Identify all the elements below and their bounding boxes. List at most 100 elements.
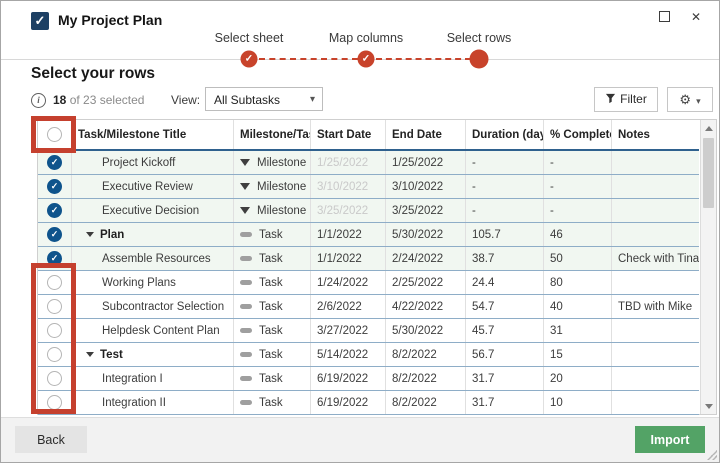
row-notes-cell [612,391,699,414]
row-title: Project Kickoff [102,156,176,169]
row-type-cell: Milestone [234,151,311,174]
row-checkbox[interactable]: ✓ [38,175,72,198]
checkbox-unchecked-icon [47,299,62,314]
task-bar-icon [240,256,252,261]
collapse-arrow-icon[interactable] [86,232,94,237]
table-row[interactable]: ✓ Plan Task 1/1/2022 5/30/2022 105.7 46 [38,223,699,247]
checkbox-checked-icon: ✓ [47,227,62,242]
row-checkbox[interactable]: ✓ [38,247,72,270]
row-duration-cell: 31.7 [466,391,544,414]
row-complete-cell: 46 [544,223,612,246]
settings-button[interactable]: ⚙ ▾ [667,87,713,112]
table-row[interactable]: Subcontractor Selection Task 2/6/2022 4/… [38,295,699,319]
scroll-up-button[interactable] [701,120,717,136]
back-button[interactable]: Back [15,426,87,453]
row-title-cell: Working Plans [72,271,234,294]
checkbox-unchecked-icon [47,275,62,290]
table-row[interactable]: Integration I Task 6/19/2022 8/2/2022 31… [38,367,699,391]
filter-button[interactable]: Filter [594,87,658,112]
row-notes-cell: Check with Tina [618,252,699,265]
row-duration-cell: 54.7 [466,295,544,318]
row-checkbox[interactable] [38,319,72,342]
col-header-duration[interactable]: Duration (days) [466,120,544,149]
close-button[interactable]: ✕ [683,6,709,28]
task-bar-icon [240,376,252,381]
table-row[interactable]: Working Plans Task 1/24/2022 2/25/2022 2… [38,271,699,295]
row-checkbox[interactable] [38,391,72,414]
window-title: My Project Plan [58,12,163,28]
row-title: Executive Decision [102,204,200,217]
col-header-title[interactable]: Task/Milestone Title [72,120,234,149]
table-row[interactable]: ✓ Executive Review Milestone 3/10/2022 3… [38,175,699,199]
table-row[interactable]: Integration II Task 6/19/2022 8/2/2022 3… [38,391,699,415]
row-complete-cell: 31 [544,319,612,342]
row-checkbox[interactable] [38,343,72,366]
chevron-down-icon: ▾ [696,96,701,106]
row-start-cell: 1/24/2022 [311,271,386,294]
row-checkbox[interactable] [38,367,72,390]
milestone-icon [240,183,250,190]
maximize-icon [658,11,670,23]
collapse-arrow-icon[interactable] [86,352,94,357]
selected-count: 18 [53,93,67,107]
table-row[interactable]: Helpdesk Content Plan Task 3/27/2022 5/3… [38,319,699,343]
row-title-cell: Executive Decision [72,199,234,222]
row-type-cell: Milestone [234,175,311,198]
col-header-complete[interactable]: % Complete [544,120,612,149]
row-title-cell: Executive Review [72,175,234,198]
row-notes-cell: TBD with Mike [618,300,693,313]
row-duration-cell: 45.7 [466,319,544,342]
table-header-row: Task/Milestone Title Milestone/Task Star… [38,120,699,151]
import-button[interactable]: Import [635,426,705,453]
col-header-type[interactable]: Milestone/Task [234,120,311,149]
checkbox-checked-icon: ✓ [47,155,62,170]
stepper-dashed-connector [259,58,358,60]
table-row[interactable]: ✓ Project Kickoff Milestone 1/25/2022 1/… [38,151,699,175]
row-end-cell: 8/2/2022 [386,343,466,366]
task-bar-icon [240,328,252,333]
checkbox-unchecked-icon [47,371,62,386]
row-notes-cell [612,271,699,294]
milestone-icon [240,207,250,214]
milestone-icon [240,159,250,166]
row-duration-cell: - [466,175,544,198]
col-header-end[interactable]: End Date [386,120,466,149]
row-title: Executive Review [102,180,193,193]
view-dropdown[interactable]: All Subtasks ▾ [205,87,323,111]
row-type-cell: Task [234,367,311,390]
scrollbar-thumb[interactable] [703,138,714,208]
row-title: Integration II [102,396,166,409]
table-row[interactable]: ✓ Executive Decision Milestone 3/25/2022… [38,199,699,223]
row-checkbox[interactable]: ✓ [38,199,72,222]
row-start-cell: 6/19/2022 [311,367,386,390]
row-checkbox[interactable] [38,295,72,318]
table-row[interactable]: Test Task 5/14/2022 8/2/2022 56.7 15 [38,343,699,367]
vertical-scrollbar[interactable] [700,120,716,414]
table-row[interactable]: ✓ Assemble Resources Task 1/1/2022 2/24/… [38,247,699,271]
gear-icon: ⚙ [679,92,692,107]
task-bar-icon [240,280,252,285]
row-checkbox[interactable] [38,271,72,294]
row-start-cell: 3/27/2022 [311,319,386,342]
scroll-down-button[interactable] [701,398,717,414]
row-notes-cell [612,199,699,222]
row-checkbox[interactable]: ✓ [38,151,72,174]
step-done-icon: ✓ [357,50,375,68]
row-checkbox[interactable]: ✓ [38,223,72,246]
row-end-cell: 8/2/2022 [386,391,466,414]
row-notes-cell [612,367,699,390]
row-title-cell: Assemble Resources [72,247,234,270]
checkbox-unchecked-icon [47,347,62,362]
row-type-cell: Task [234,247,311,270]
select-all-checkbox[interactable] [38,120,72,149]
resize-grip[interactable] [707,450,717,460]
row-duration-cell: - [466,199,544,222]
row-notes-cell [612,319,699,342]
row-title: Working Plans [102,276,176,289]
stepper-dashed-connector [376,58,471,60]
checkbox-checked-icon: ✓ [47,203,62,218]
row-complete-cell: - [544,175,612,198]
col-header-start[interactable]: Start Date [311,120,386,149]
col-header-notes[interactable]: Notes [612,120,699,149]
maximize-button[interactable] [651,6,677,28]
